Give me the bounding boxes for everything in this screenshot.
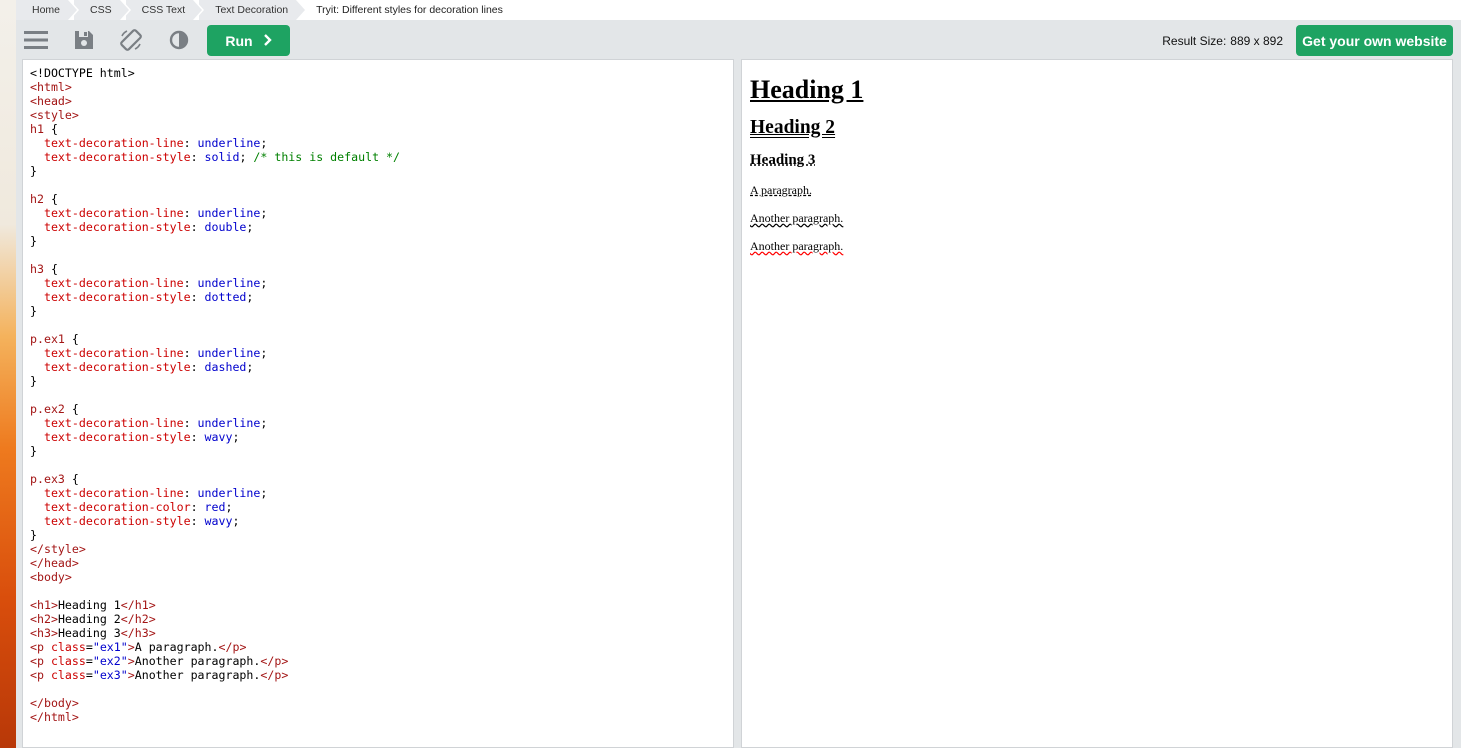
code-line[interactable]: text-decoration-line: underline; [30,136,267,150]
result-size-value: 889 x 892 [1230,34,1283,48]
code-line[interactable]: text-decoration-style: solid; /* this is… [30,150,400,164]
code-line[interactable]: } [30,444,37,458]
code-line[interactable]: h3 { [30,262,58,276]
code-line[interactable]: p.ex3 { [30,472,79,486]
code-line[interactable]: <head> [30,94,72,108]
desktop-wallpaper [0,0,16,748]
result-heading-3: Heading 3 [750,152,816,168]
toolbar: Run Result Size: 889 x 892 Get your own w… [16,20,1461,60]
code-line[interactable]: <h3>Heading 3</h3> [30,626,156,640]
breadcrumb-current-page: Tryit: Different styles for decoration l… [316,4,503,16]
run-button-label: Run [225,32,253,49]
code-line[interactable]: </body> [30,696,79,710]
get-your-own-website-button[interactable]: Get your own website [1296,25,1453,56]
result-paragraph-ex3: Another paragraph. [750,239,844,253]
code-line[interactable]: </style> [30,542,86,556]
code-line[interactable]: text-decoration-style: wavy; [30,430,239,444]
code-line[interactable]: <h2>Heading 2</h2> [30,612,156,626]
code-line[interactable]: <h1>Heading 1</h1> [30,598,156,612]
code-line[interactable]: text-decoration-color: red; [30,500,233,514]
tryit-editor-window: Home CSS CSS Text Text Decoration Tryit:… [16,0,1461,748]
code-line[interactable]: <body> [30,570,72,584]
code-line[interactable]: <p class="ex1">A paragraph.</p> [30,640,246,654]
run-button[interactable]: Run [207,25,290,56]
code-line[interactable]: <!DOCTYPE html> [30,66,135,80]
code-line[interactable]: text-decoration-line: underline; [30,416,267,430]
code-line[interactable]: text-decoration-line: underline; [30,346,267,360]
breadcrumb: Home CSS CSS Text Text Decoration Tryit:… [16,0,1461,20]
save-icon[interactable] [71,27,97,53]
code-content[interactable]: <!DOCTYPE html> <html> <head> <style> h1… [23,60,733,724]
code-line[interactable]: <p class="ex3">Another paragraph.</p> [30,668,288,682]
result-size-indicator: Result Size: 889 x 892 [1162,34,1283,48]
code-line[interactable]: text-decoration-line: underline; [30,276,267,290]
code-line[interactable]: h1 { [30,122,58,136]
result-heading-2: Heading 2 [750,117,836,138]
code-line[interactable]: text-decoration-style: dashed; [30,360,253,374]
code-line[interactable]: } [30,528,37,542]
breadcrumb-home[interactable]: Home [16,0,80,20]
result-output: Heading 1 Heading 2 Heading 3 A paragrap… [742,60,1452,254]
code-line[interactable]: text-decoration-line: underline; [30,206,267,220]
result-frame: Heading 1 Heading 2 Heading 3 A paragrap… [741,59,1453,748]
breadcrumb-text-decoration[interactable]: Text Decoration [199,0,308,20]
code-line[interactable]: } [30,234,37,248]
code-line[interactable]: } [30,374,37,388]
code-line[interactable]: <html> [30,80,72,94]
code-editor[interactable]: <!DOCTYPE html> <html> <head> <style> h1… [22,59,734,748]
rotate-orientation-icon[interactable] [118,27,144,53]
breadcrumb-css[interactable]: CSS [74,0,131,20]
code-line[interactable]: text-decoration-style: dotted; [30,290,253,304]
code-line[interactable]: </html> [30,710,79,724]
chevron-right-icon [263,33,272,49]
code-line[interactable]: } [30,164,37,178]
result-paragraph-ex1: A paragraph. [750,183,812,197]
breadcrumb-css-text[interactable]: CSS Text [125,0,204,20]
code-line[interactable]: text-decoration-style: wavy; [30,514,239,528]
code-line[interactable]: <p class="ex2">Another paragraph.</p> [30,654,288,668]
code-line[interactable]: text-decoration-style: double; [30,220,253,234]
code-line[interactable]: <style> [30,108,79,122]
contrast-theme-icon[interactable] [166,27,192,53]
hamburger-menu-icon[interactable] [23,27,49,53]
code-line[interactable]: } [30,304,37,318]
result-paragraph-ex2: Another paragraph. [750,211,844,225]
code-line[interactable]: p.ex1 { [30,332,79,346]
result-size-label: Result Size: [1162,34,1227,48]
code-line[interactable]: text-decoration-line: underline; [30,486,267,500]
code-line[interactable]: h2 { [30,192,58,206]
code-line[interactable]: p.ex2 { [30,402,79,416]
result-heading-1: Heading 1 [750,75,864,104]
code-line[interactable]: </head> [30,556,79,570]
